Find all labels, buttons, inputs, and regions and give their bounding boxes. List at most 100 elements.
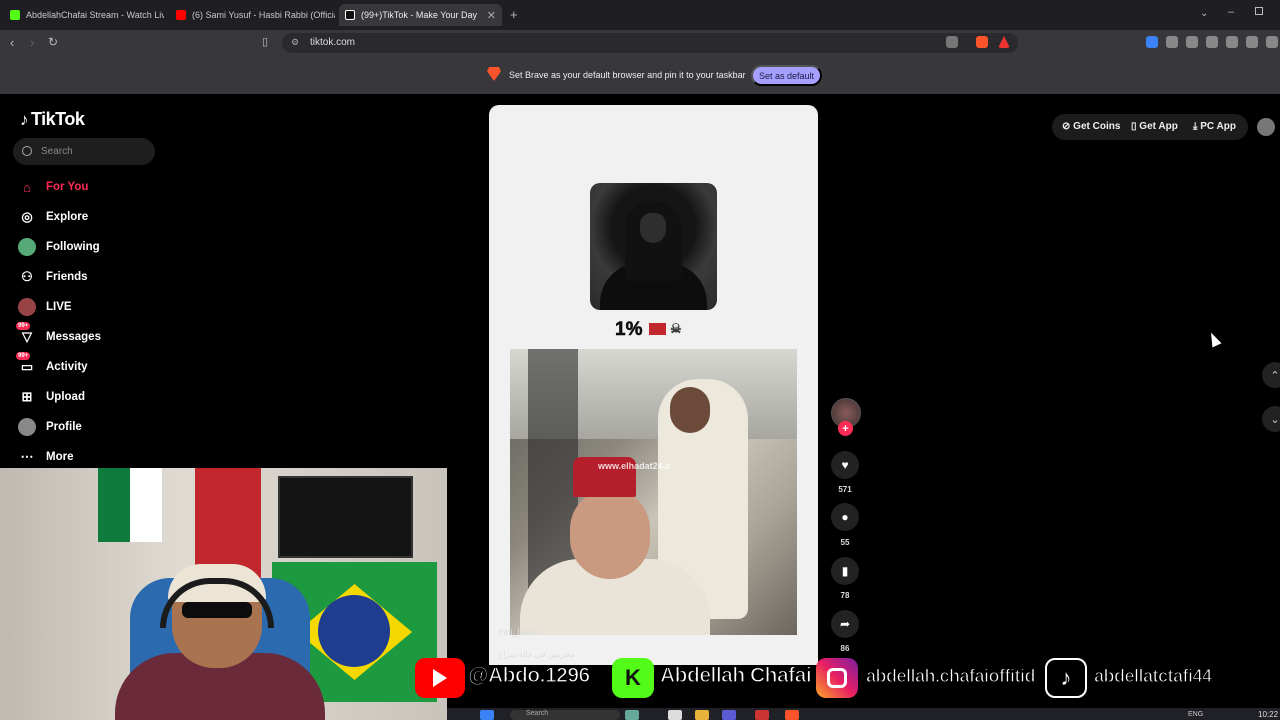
sidebar-item-messages[interactable]: ▽ 99+ Messages [16, 322, 101, 347]
coin-icon: ⊘ [1062, 121, 1071, 132]
obs-icon[interactable] [755, 710, 769, 720]
leo-ai-icon[interactable] [1246, 36, 1258, 48]
tab-kick-stream[interactable]: AbdellahChafai Stream - Watch Live o [4, 4, 164, 26]
maximize-icon[interactable] [1255, 7, 1263, 15]
reload-icon[interactable]: ↻ [48, 35, 58, 49]
home-icon: ⌂ [23, 179, 31, 195]
get-coins-button[interactable]: ⊘ Get Coins [1062, 121, 1120, 132]
follow-plus-icon[interactable]: + [838, 421, 853, 436]
tab-youtube[interactable]: (6) Sami Yusuf - Hasbi Rabbi (Official [170, 4, 335, 26]
task-view-icon[interactable] [668, 710, 682, 720]
tiktok-note-icon: ♪ [20, 110, 29, 129]
menu-icon[interactable] [1266, 36, 1278, 48]
share-icon: ➦ [839, 617, 851, 631]
activity-badge: 99+ [16, 352, 31, 360]
like-button[interactable]: ♥ [831, 451, 859, 479]
get-app-button[interactable]: ▯ Get App [1131, 121, 1178, 132]
heart-icon: ♥ [841, 458, 849, 472]
set-as-default-button[interactable]: Set as default [751, 65, 822, 86]
kick-handle: Abdellah Chafai [659, 663, 812, 687]
wallet-icon[interactable] [1226, 36, 1238, 48]
overlay-text: 1% [615, 319, 643, 341]
video-frame[interactable]: www.elhadat24.c [510, 349, 797, 635]
sidebar-item-more[interactable]: ⋯ More [18, 447, 74, 467]
windows-start-icon[interactable] [480, 710, 494, 720]
default-browser-notice: Set Brave as your default browser and pi… [0, 56, 1280, 94]
sidebar-item-upload[interactable]: ⊞ Upload [18, 387, 85, 407]
youtube-favicon-icon [176, 10, 186, 20]
skull-icon: ☠ [670, 321, 682, 337]
live-icon [18, 298, 36, 316]
kick-logo-icon: K [612, 658, 654, 698]
morocco-flag-icon [649, 323, 666, 335]
kick-favicon-icon [10, 10, 20, 20]
tiktok-logo-icon: ♪ [1045, 658, 1087, 698]
back-icon[interactable]: ‹ [10, 35, 14, 50]
hooded-figure-image [590, 183, 717, 310]
close-tab-icon[interactable]: ✕ [481, 9, 496, 22]
profile-avatar-icon [18, 418, 36, 436]
youtube-handle: @Abdo.1296 [467, 663, 590, 687]
activity-icon: ▭ 99+ [16, 352, 34, 374]
save-count: 78 [840, 591, 850, 600]
search-icon [22, 146, 32, 156]
brave-taskbar-icon[interactable] [785, 710, 799, 720]
brave-logo-icon [487, 67, 501, 81]
upload-icon: ⊞ [21, 389, 33, 404]
sidebar-item-live[interactable]: LIVE [18, 297, 72, 317]
post-username[interactable]: moi_lavani [498, 627, 541, 637]
brave-shields-icon[interactable] [976, 36, 988, 48]
watermark: www.elhadat24.c [598, 461, 671, 471]
sidebar-item-explore[interactable]: ◎ Explore [18, 207, 88, 227]
save-button[interactable]: ▮ [831, 557, 859, 585]
comment-button[interactable]: ● [831, 503, 859, 531]
webcam-overlay [0, 468, 447, 720]
sidebar-icon[interactable] [1206, 36, 1218, 48]
pc-app-button[interactable]: ⤓ PC App [1193, 121, 1236, 132]
share-button[interactable]: ➦ [831, 610, 859, 638]
url-field[interactable]: ⚙ tiktok.com [282, 33, 1018, 53]
sidebar-item-profile[interactable]: Profile [18, 417, 82, 437]
minimize-icon[interactable]: – [1228, 6, 1234, 18]
sidebar-item-activity[interactable]: ▭ 99+ Activity [16, 352, 88, 377]
comment-count: 55 [840, 538, 850, 547]
widget-icon[interactable] [625, 710, 639, 720]
address-bar: ‹ › ↻ ▯ ⚙ tiktok.com [0, 30, 1280, 56]
share-count: 86 [840, 644, 850, 653]
cast-icon[interactable] [946, 36, 958, 48]
site-settings-icon[interactable]: ⚙ [291, 37, 299, 48]
tiktok-handle: abdellatctafi44 [1093, 665, 1212, 686]
comment-icon: ● [841, 510, 849, 524]
forward-icon[interactable]: › [30, 35, 34, 50]
following-avatar-icon [18, 238, 36, 256]
tiktok-favicon-icon [345, 10, 355, 20]
messages-icon: ▽ 99+ [16, 322, 32, 344]
sidebar-item-for-you[interactable]: ⌂ For You [18, 177, 88, 197]
discord-icon[interactable] [722, 710, 736, 720]
clock[interactable]: 10:22 [1258, 710, 1278, 719]
taskbar-search[interactable]: Search [510, 710, 620, 720]
user-avatar[interactable] [1257, 118, 1275, 136]
tiktok-logo[interactable]: ♪ TikTok [20, 109, 85, 130]
language-indicator[interactable]: ENG [1188, 711, 1203, 718]
tab-tiktok[interactable]: (99+)TikTok - Make Your Day ✕ [339, 4, 502, 26]
bookmark-icon: ▮ [841, 564, 849, 578]
new-tab-icon[interactable]: + [510, 7, 518, 22]
browser-tab-bar: AbdellahChafai Stream - Watch Live o (6)… [0, 0, 1280, 30]
tab-list-chevron-icon[interactable]: ⌄ [1200, 8, 1208, 19]
tv-screen [278, 476, 413, 558]
search-input[interactable]: Search [13, 138, 155, 165]
download-icon: ⤓ [1193, 121, 1198, 132]
friends-icon: ⚇ [21, 269, 33, 284]
file-explorer-icon[interactable] [695, 710, 709, 720]
media-icon[interactable] [1186, 36, 1198, 48]
messages-badge: 99+ [16, 322, 31, 330]
extensions-icon[interactable] [1166, 36, 1178, 48]
chevron-down-icon: ⌄ [1270, 413, 1280, 426]
sidebar-item-following[interactable]: Following [18, 237, 100, 257]
bookmark-icon[interactable]: ▯ [262, 35, 268, 48]
chevron-up-icon: ⌃ [1270, 369, 1280, 382]
sidebar-item-friends[interactable]: ⚇ Friends [18, 267, 87, 287]
extension-vpn-icon[interactable] [1146, 36, 1158, 48]
post-caption: مجرمين في حالة سراح [498, 650, 575, 659]
